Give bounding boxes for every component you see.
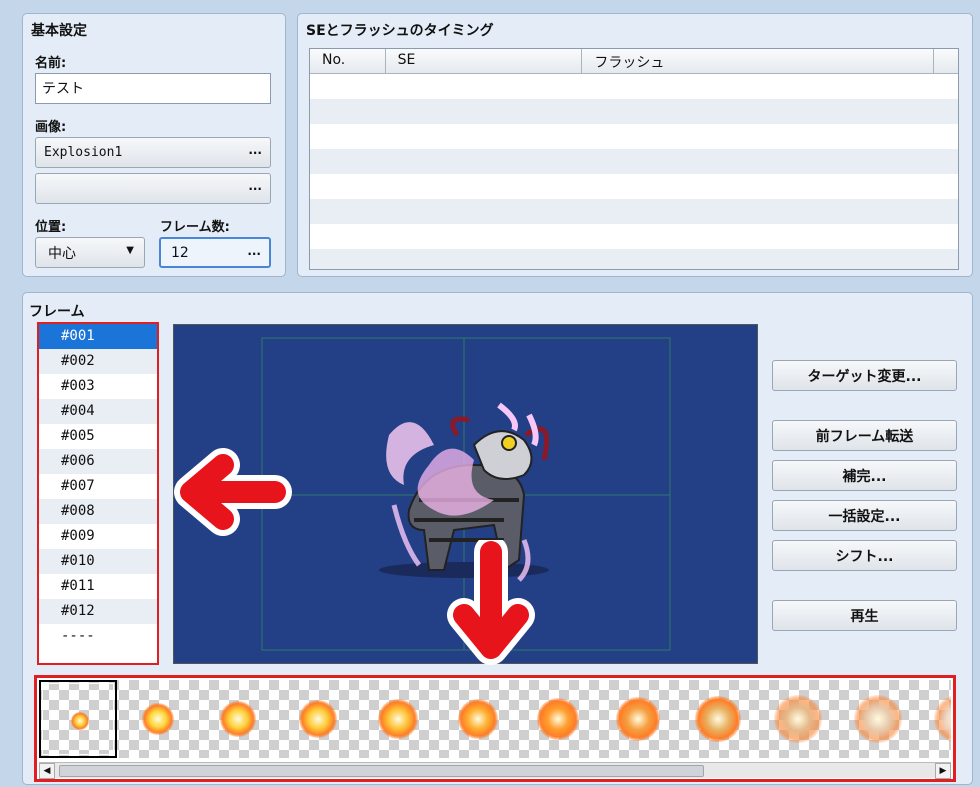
list-item[interactable]: #001 <box>39 324 157 349</box>
col-extra <box>934 49 958 73</box>
red-arrow-down-icon <box>447 540 535 665</box>
explosion-frame <box>142 703 174 735</box>
list-item[interactable]: #009 <box>39 524 157 549</box>
table-row[interactable] <box>310 124 958 149</box>
basic-settings-title: 基本設定 <box>31 23 87 39</box>
explosion-frame <box>695 696 741 742</box>
se-table-header: No. SE フラッシュ <box>310 49 958 74</box>
explosion-frame <box>458 699 498 739</box>
shift-button[interactable]: シフト... <box>772 540 957 571</box>
triangle-left-icon[interactable]: ◀ <box>39 763 55 779</box>
animation-cell[interactable] <box>199 680 277 758</box>
se-flash-title: SEとフラッシュのタイミング <box>306 23 494 39</box>
animation-cell[interactable] <box>839 680 917 758</box>
list-item[interactable]: #004 <box>39 399 157 424</box>
animation-cell[interactable] <box>359 680 437 758</box>
col-se[interactable]: SE <box>386 49 583 73</box>
image-label: 画像: <box>35 120 67 135</box>
more-icon: ... <box>247 244 261 258</box>
frame-list[interactable]: #001 #002 #003 #004 #005 #006 #007 #008 … <box>37 322 159 665</box>
explosion-frame <box>774 695 822 743</box>
name-field[interactable]: テスト <box>35 73 271 104</box>
more-icon: ... <box>248 179 262 193</box>
se-table-body <box>310 74 958 269</box>
explosion-frame <box>299 700 337 738</box>
explosion-frame <box>378 699 418 739</box>
list-item[interactable]: ---- <box>39 624 157 649</box>
animation-cell[interactable] <box>759 680 837 758</box>
animation-cell[interactable] <box>519 680 597 758</box>
scrollbar-thumb[interactable] <box>59 765 704 777</box>
table-row[interactable] <box>310 249 958 269</box>
triangle-right-icon[interactable]: ▶ <box>935 763 951 779</box>
more-icon: ... <box>248 143 262 157</box>
explosion-frame <box>934 695 951 743</box>
copy-previous-frame-button[interactable]: 前フレーム転送 <box>772 420 957 451</box>
animation-cell[interactable] <box>39 680 117 758</box>
list-item[interactable]: #011 <box>39 574 157 599</box>
triangle-down-icon: ▼ <box>126 245 134 256</box>
target-change-button[interactable]: ターゲット変更... <box>772 360 957 391</box>
batch-settings-button[interactable]: 一括設定... <box>772 500 957 531</box>
image-select-button-2[interactable]: ... <box>35 173 271 204</box>
list-item[interactable]: #007 <box>39 474 157 499</box>
table-row[interactable] <box>310 174 958 199</box>
play-button[interactable]: 再生 <box>772 600 957 631</box>
animation-cell[interactable] <box>599 680 677 758</box>
list-item[interactable]: #012 <box>39 599 157 624</box>
table-row[interactable] <box>310 99 958 124</box>
animation-cell[interactable] <box>119 680 197 758</box>
position-dropdown[interactable]: 中心 ▼ <box>35 237 145 268</box>
red-arrow-left-icon <box>174 448 292 536</box>
table-row[interactable] <box>310 149 958 174</box>
table-row[interactable] <box>310 224 958 249</box>
se-flash-table[interactable]: No. SE フラッシュ <box>309 48 959 270</box>
explosion-frame <box>537 698 579 740</box>
col-no[interactable]: No. <box>310 49 386 73</box>
frame-count-label: フレーム数: <box>160 220 230 235</box>
animation-cell-strip[interactable]: ◀ ▶ <box>34 675 956 782</box>
list-item[interactable]: #002 <box>39 349 157 374</box>
table-row[interactable] <box>310 199 958 224</box>
table-row[interactable] <box>310 74 958 99</box>
frame-count-field[interactable]: 12 ... <box>159 237 271 268</box>
list-item[interactable]: #008 <box>39 499 157 524</box>
image-select-value: Explosion1 <box>44 145 123 160</box>
position-value: 中心 <box>48 245 76 262</box>
list-item[interactable]: #005 <box>39 424 157 449</box>
animation-cell[interactable] <box>919 680 951 758</box>
position-label: 位置: <box>35 220 67 235</box>
explosion-frame <box>220 701 256 737</box>
frame-count-value: 12 <box>171 244 189 261</box>
basic-settings-panel: 基本設定 名前: テスト 画像: Explosion1 ... ... 位置: … <box>22 13 286 277</box>
animation-cell[interactable] <box>439 680 517 758</box>
frame-title: フレーム <box>29 304 85 320</box>
tween-button[interactable]: 補完... <box>772 460 957 491</box>
list-item[interactable]: #006 <box>39 449 157 474</box>
explosion-frame <box>71 712 89 730</box>
list-item[interactable]: #003 <box>39 374 157 399</box>
horizontal-scrollbar[interactable]: ◀ ▶ <box>39 762 951 779</box>
name-label: 名前: <box>35 56 67 71</box>
cell-palette[interactable] <box>39 680 951 758</box>
animation-cell[interactable] <box>679 680 757 758</box>
col-flash[interactable]: フラッシュ <box>582 49 934 73</box>
image-select-button-1[interactable]: Explosion1 ... <box>35 137 271 168</box>
animation-cell[interactable] <box>279 680 357 758</box>
explosion-frame <box>854 695 902 743</box>
explosion-frame <box>616 697 660 741</box>
list-item[interactable]: #010 <box>39 549 157 574</box>
